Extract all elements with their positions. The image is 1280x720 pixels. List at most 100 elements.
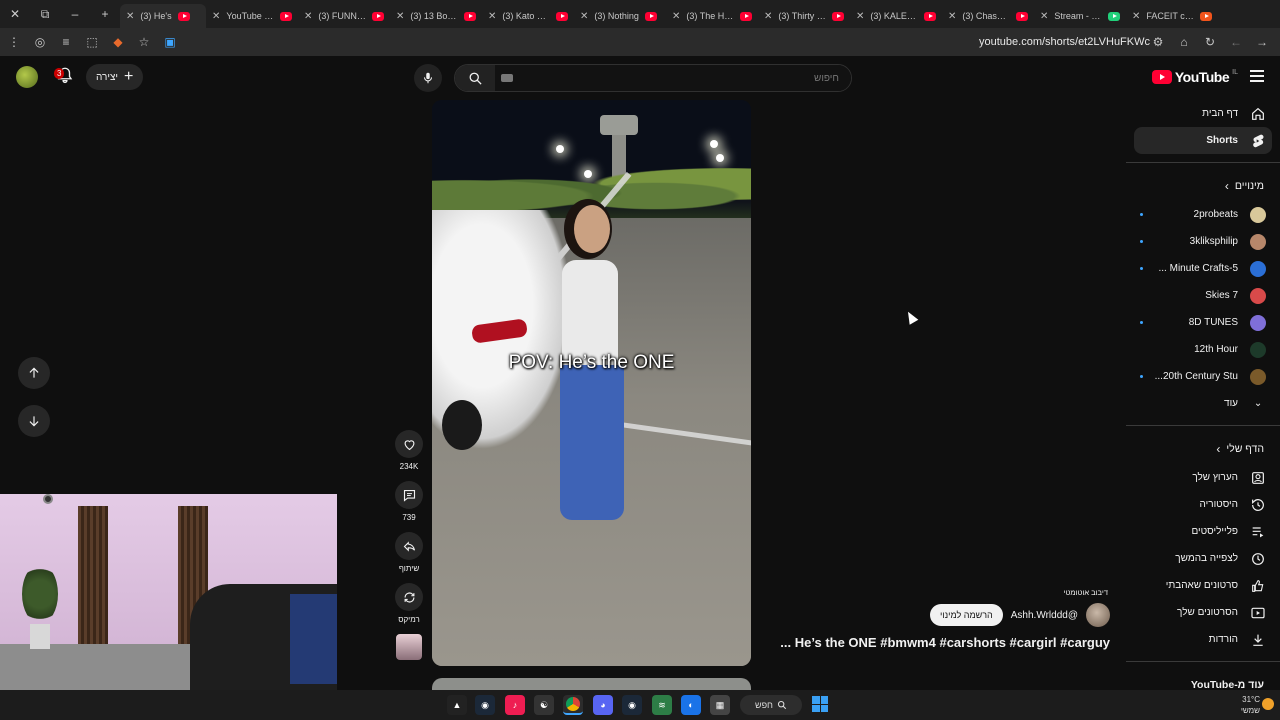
subscription-item[interactable]: 8D TUNES [1126,309,1280,336]
playlist-icon [1250,524,1266,540]
browser-tab[interactable]: ✕ YouTube Mu [206,4,298,28]
sidebar-item[interactable]: הערוץ שלך [1126,464,1280,491]
browser-tab[interactable]: ✕ (3) KALEO - [850,4,942,28]
browser-tab[interactable]: ✕ FACEIT comp [1126,4,1218,28]
discord-icon[interactable]: ◕ [593,695,613,715]
subscribe-button[interactable]: הרשמה למינוי [930,604,1003,626]
app-icon-1[interactable]: ▲ [447,695,467,715]
windows-start-icon[interactable] [812,696,828,712]
logo-region: IL [1232,68,1238,76]
next-short-button[interactable] [18,405,50,437]
sound-thumbnail[interactable] [396,634,422,660]
close-tab-icon[interactable]: ✕ [1040,11,1048,22]
weather-widget[interactable]: 31°C שמשי [1241,694,1260,716]
app-icon-4[interactable]: ☯ [534,695,554,715]
channel-handle[interactable]: @Ashh.Wrlddd [1011,610,1078,621]
calculator-icon[interactable]: ▦ [710,695,730,715]
forward-icon[interactable]: ← [1224,30,1248,54]
back-icon[interactable]: → [1250,30,1274,54]
subscription-label: 2probeats [1193,209,1238,220]
sidebar-item[interactable]: היסטוריה [1126,491,1280,518]
close-tab-icon[interactable]: ✕ [1132,11,1140,22]
minimize-window-icon[interactable]: – [60,0,90,28]
close-tab-icon[interactable]: ✕ [396,11,404,22]
create-button[interactable]: יצירה + [86,64,144,90]
steam-icon[interactable]: ◉ [475,695,495,715]
url-field[interactable]: youtube.com/shorts/et2LVHuFKWc [979,36,1150,48]
sidebar-item[interactable]: לצפייה בהמשך [1126,545,1280,572]
comments-button[interactable] [395,481,423,509]
short-title[interactable]: He’s the ONE #bmwm4 #carshorts #cargirl … [780,635,1110,650]
like-button[interactable] [395,430,423,458]
close-tab-icon[interactable]: ✕ [856,11,864,22]
steam-icon-2[interactable]: ◉ [622,695,642,715]
browser-tab[interactable]: ✕ (3) Thirty Se [758,4,850,28]
you-header[interactable]: הדף שלי › [1126,434,1280,464]
sidebar-item[interactable]: Shorts [1134,127,1272,154]
menu-dots-icon[interactable]: ⋮ [2,30,26,54]
faceit-favicon-icon [1200,11,1212,21]
subscription-item[interactable]: 7 Skies [1126,282,1280,309]
user-channel-icon [1250,470,1266,486]
account-avatar[interactable] [16,66,38,88]
show-more-button[interactable]: ⌄ עוד [1126,390,1280,417]
extension-icon[interactable]: ◎ [28,30,52,54]
browser-tab[interactable]: ✕ (3) Nothing [574,4,666,28]
browser-tab[interactable]: ✕ (3) FUNNIES [298,4,390,28]
shorts-video-player[interactable]: POV: He’s the ONE [432,100,751,666]
screenshot-icon[interactable]: ▣ [158,30,182,54]
sidebar-item[interactable]: הורדות [1126,626,1280,653]
close-tab-icon[interactable]: ✕ [126,11,134,22]
bookmark-star-icon[interactable]: ☆ [132,30,156,54]
close-window-icon[interactable]: ✕ [0,0,30,28]
close-tab-icon[interactable]: ✕ [304,11,312,22]
hamburger-menu-icon[interactable] [1250,70,1264,85]
browser-tab[interactable]: ✕ (3) He's [120,4,206,28]
close-tab-icon[interactable]: ✕ [948,11,956,22]
subscription-item[interactable]: 12th Hour [1126,336,1280,363]
app-icon-9[interactable]: ◐ [681,695,701,715]
sidebar-item[interactable]: הסרטונים שלך [1126,599,1280,626]
close-tab-icon[interactable]: ✕ [488,11,496,22]
reading-list-icon[interactable]: ≡ [54,30,78,54]
channel-avatar [1250,233,1266,250]
keyboard-icon[interactable] [501,74,513,82]
close-tab-icon[interactable]: ✕ [580,11,588,22]
site-settings-icon[interactable]: ⚙ [1146,30,1170,54]
close-tab-icon[interactable]: ✕ [672,11,680,22]
sidebar-item[interactable]: פלייליסטים [1126,518,1280,545]
new-tab-button[interactable]: + [90,0,120,28]
channel-avatar[interactable] [1086,603,1110,627]
subscription-item[interactable]: 2probeats [1126,201,1280,228]
home-browser-icon[interactable]: ⌂ [1172,30,1196,54]
previous-short-button[interactable] [18,357,50,389]
subscription-item[interactable]: 20th Century Stu... [1126,363,1280,390]
subscription-item[interactable]: 5-Minute Crafts ... [1126,255,1280,282]
share-button[interactable] [395,532,423,560]
restore-window-icon[interactable]: ⧉ [30,0,60,28]
remix-button[interactable] [395,583,423,611]
browser-tab[interactable]: ✕ (3) The Hom [666,4,758,28]
search-icon[interactable] [455,65,495,91]
share-page-icon[interactable]: ⬚ [80,30,104,54]
taskbar-search[interactable]: חפש [740,695,802,715]
app-icon-8[interactable]: ≋ [652,695,672,715]
sidebar-item[interactable]: דף הבית [1126,100,1280,127]
youtube-logo[interactable]: YouTube IL [1151,68,1238,85]
search-input[interactable] [495,65,851,91]
chrome-icon[interactable] [563,695,583,715]
sidebar-item[interactable]: סרטונים שאהבתי [1126,572,1280,599]
subscription-item[interactable]: 3kliksphilip [1126,228,1280,255]
subscriptions-header[interactable]: מינויים › [1126,171,1280,201]
tiktok-icon[interactable]: ♪ [505,695,525,715]
sidebar-divider [1126,162,1280,163]
browser-tab[interactable]: ✕ (3) 13 Borde [390,4,482,28]
browser-tab[interactable]: ✕ Stream - Kick [1034,4,1126,28]
fox-extension-icon[interactable]: ◆ [106,30,130,54]
close-tab-icon[interactable]: ✕ [212,11,220,22]
voice-search-icon[interactable] [414,64,442,92]
browser-tab[interactable]: ✕ (3) Chase & [942,4,1034,28]
close-tab-icon[interactable]: ✕ [764,11,772,22]
browser-tab[interactable]: ✕ (3) Kato Feat [482,4,574,28]
reload-icon[interactable]: ↻ [1198,30,1222,54]
